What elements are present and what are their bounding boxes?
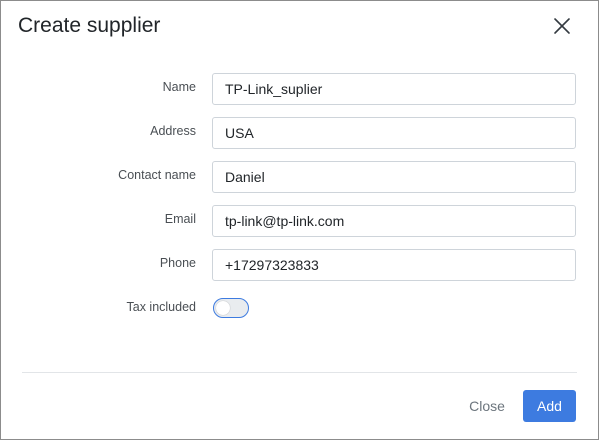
name-field[interactable] bbox=[212, 73, 576, 105]
close-button[interactable]: Close bbox=[459, 390, 515, 422]
contact-name-field[interactable] bbox=[212, 161, 576, 193]
name-label: Name bbox=[162, 80, 196, 94]
close-icon[interactable] bbox=[552, 16, 572, 36]
toggle-knob bbox=[216, 301, 230, 315]
create-supplier-dialog: Create supplier Name Address Contact nam… bbox=[0, 0, 599, 440]
address-field[interactable] bbox=[212, 117, 576, 149]
footer-divider bbox=[22, 372, 577, 373]
phone-field[interactable] bbox=[212, 249, 576, 281]
form-row-phone: Phone bbox=[1, 249, 599, 281]
email-field[interactable] bbox=[212, 205, 576, 237]
tax-included-toggle[interactable] bbox=[213, 298, 249, 318]
phone-label: Phone bbox=[159, 256, 196, 270]
dialog-title: Create supplier bbox=[18, 14, 161, 37]
dialog-header: Create supplier bbox=[1, 1, 598, 53]
add-button[interactable]: Add bbox=[523, 390, 576, 422]
form-row-email: Email bbox=[1, 205, 599, 237]
tax-included-label: Tax included bbox=[126, 300, 197, 314]
address-label: Address bbox=[150, 124, 196, 138]
form-row-address: Address bbox=[1, 117, 599, 149]
form-row-tax-included: Tax included bbox=[1, 293, 599, 325]
form-row-name: Name bbox=[1, 73, 599, 105]
form-row-contact-name: Contact name bbox=[1, 161, 599, 193]
email-label: Email bbox=[164, 212, 196, 226]
contact-name-label: Contact name bbox=[118, 168, 196, 182]
